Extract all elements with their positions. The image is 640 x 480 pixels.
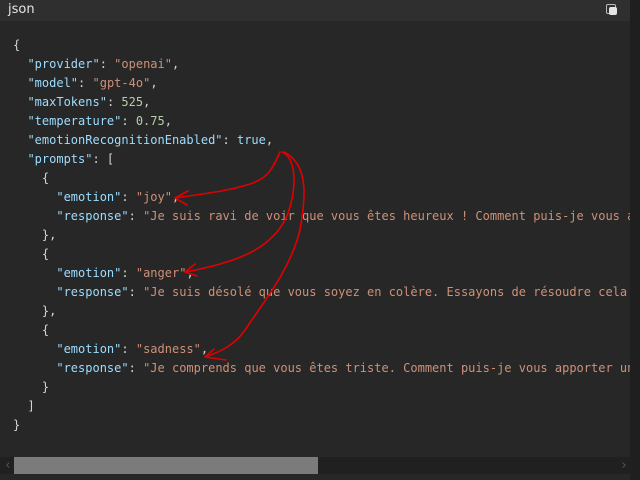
red-arrow-annotations <box>174 151 305 361</box>
scroll-left-icon[interactable]: ‹ <box>4 457 12 474</box>
arrow-to-joy <box>174 151 281 206</box>
arrow-to-sadness <box>204 151 305 361</box>
horizontal-scrollbar[interactable]: ‹ › <box>0 457 630 474</box>
scroll-right-icon[interactable]: › <box>620 457 628 474</box>
scrollbar-thumb[interactable] <box>14 457 318 474</box>
arrow-to-anger <box>184 151 295 277</box>
